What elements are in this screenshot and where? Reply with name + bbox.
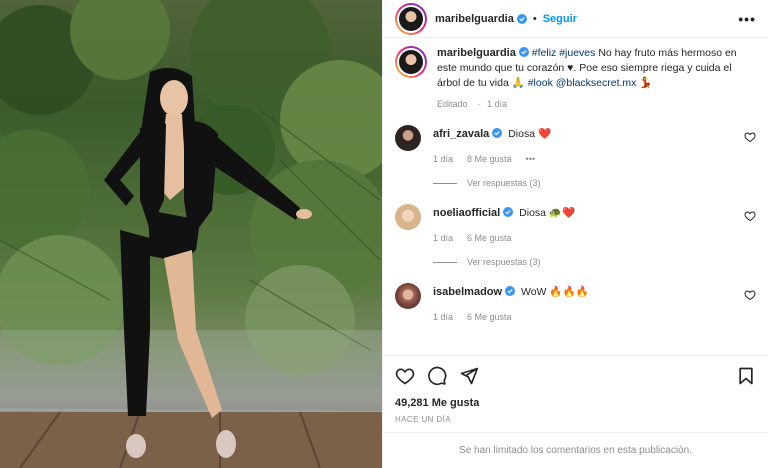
caption-emoji: 💃 [639,77,653,89]
comment-text: afri_zavala Diosa ❤️ [433,125,756,141]
save-bookmark-icon[interactable] [736,366,756,386]
comment-body: Diosa ❤️ [508,128,552,140]
caption-mention[interactable]: @blacksecret.mx [556,77,637,89]
post-caption: maribelguardia #feliz #jueves No hay fru… [395,46,756,109]
post-header: maribelguardia • Seguir ••• [383,0,768,38]
commenter-username[interactable]: afri_zavala [433,128,489,140]
caption-avatar-ring[interactable] [395,46,427,78]
more-options-icon[interactable]: ••• [738,11,756,27]
view-replies-button[interactable]: Ver respuestas (3) [395,178,756,188]
verified-badge-icon [518,47,529,57]
comment-time: 1 día [433,312,454,322]
comment-text: noeliaofficial Diosa 🐢❤️ [433,204,756,220]
separator-dot: • [532,12,537,25]
comment-bubble-icon[interactable] [427,366,447,386]
comment-meta: 1 día 8 Me gusta ••• [433,154,756,164]
replies-label: Ver respuestas (3) [467,178,541,188]
verified-badge-icon [492,128,503,138]
comment-text: isabelmadow WoW 🔥🔥🔥 [433,283,756,299]
like-comment-icon[interactable] [744,289,756,301]
caption-time: 1 día [487,99,508,109]
author-username[interactable]: maribelguardia [435,13,514,25]
like-comment-icon[interactable] [744,131,756,143]
commenter-avatar[interactable] [395,204,421,230]
share-send-icon[interactable] [459,366,479,386]
author-avatar-ring[interactable] [395,2,427,35]
comment-likes[interactable]: 6 Me gusta [467,233,512,243]
comment-body: Diosa 🐢❤️ [519,207,576,219]
follow-button[interactable]: Seguir [543,13,577,25]
comments-list[interactable]: maribelguardia #feliz #jueves No hay fru… [383,38,768,355]
replies-line [433,182,457,184]
post-actions [383,355,768,395]
verified-badge-icon [505,286,516,296]
post-photo[interactable] [0,0,382,468]
comment-likes[interactable]: 8 Me gusta [467,154,512,164]
photo-illustration [0,0,382,468]
replies-line [433,261,457,263]
likes-count[interactable]: 49,281 Me gusta [383,395,768,409]
comment-item: noeliaofficial Diosa 🐢❤️ 1 día 6 Me gust… [395,204,756,243]
comment-body: WoW 🔥🔥🔥 [521,286,589,298]
comment-time: 1 día [433,233,454,243]
comment-more-icon[interactable]: ••• [526,154,535,164]
caption-meta: Editado · 1 día [437,99,508,109]
commenter-avatar[interactable] [395,125,421,151]
verified-badge-icon [516,13,527,24]
comment-likes[interactable]: 6 Me gusta [467,312,512,322]
verified-badge-icon [503,207,514,217]
comment-time: 1 día [433,154,454,164]
caption-tag-look[interactable]: #look [528,77,553,89]
commenter-username[interactable]: isabelmadow [433,286,502,298]
comment-meta: 1 día 6 Me gusta [433,312,756,322]
author-avatar [397,4,425,33]
post-timestamp: HACE UN DÍA [395,415,451,424]
edited-label: Editado [437,99,468,109]
caption-hashtags[interactable]: #feliz #jueves [532,47,596,59]
post-panel: maribelguardia • Seguir ••• maribelguard… [382,0,768,468]
commenter-username[interactable]: noeliaofficial [433,207,500,219]
comment-meta: 1 día 6 Me gusta [433,233,756,243]
like-comment-icon[interactable] [744,210,756,222]
like-heart-icon[interactable] [395,366,415,386]
caption-username[interactable]: maribelguardia [437,47,516,59]
caption-text: maribelguardia #feliz #jueves No hay fru… [437,46,756,91]
comment-item: afri_zavala Diosa ❤️ 1 día 8 Me gusta ••… [395,125,756,164]
caption-avatar [397,48,425,76]
replies-label: Ver respuestas (3) [467,257,541,267]
post-viewer: maribelguardia • Seguir ••• maribelguard… [0,0,768,468]
view-replies-button[interactable]: Ver respuestas (3) [395,257,756,267]
comment-item: isabelmadow WoW 🔥🔥🔥 1 día 6 Me gusta [395,283,756,322]
commenter-avatar[interactable] [395,283,421,309]
comments-limited-notice: Se han limitado los comentarios en esta … [383,432,768,468]
